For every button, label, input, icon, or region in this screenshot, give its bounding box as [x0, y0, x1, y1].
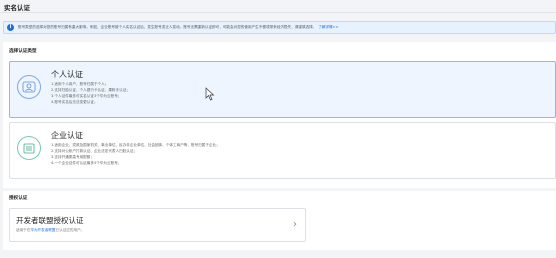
enterprise-line-2: 2.支持对公帐户打款认证、企业法定代表人扫脸认证；	[51, 149, 138, 153]
desc-suffix: 已认证过的用户。	[55, 228, 85, 232]
chevron-right-icon: ›	[293, 219, 297, 230]
personal-line-3: 3.个人证件最多可实名认证3个华为云账号；	[51, 94, 122, 98]
personal-line-1: 1.适用个人用户，账号归属于个人；	[51, 82, 109, 86]
desc-prefix: 适用于在	[16, 228, 31, 232]
title-divider	[0, 12, 556, 13]
section-label-select-type: 选择认证类型	[9, 49, 37, 54]
page-title: 实名认证	[4, 4, 30, 12]
enterprise-auth-card[interactable]: 企业认证 1.适用企业、党政及国家机关、事业单位、民办非企业单位、社会团体、个体…	[9, 122, 556, 179]
developer-auth-title: 开发者联盟授权认证	[16, 216, 84, 225]
enterprise-line-3: 3.支持开通更高专用配额；	[51, 155, 94, 159]
enterprise-auth-title: 企业认证	[51, 131, 83, 140]
notice-banner: i 账号类型的选择对您的账号归属有重大影响。例如，企业账号被个人实名认证后，发生…	[3, 21, 556, 34]
notice-text: 账号类型的选择对您的账号归属有重大影响。例如，企业账号被个人实名认证后，发生账号…	[18, 25, 317, 29]
personal-line-2: 2.支持扫脸认证、个人银行卡认证、果粉手认证；	[51, 88, 130, 92]
learn-more-link[interactable]: 了解详情>>	[318, 25, 338, 30]
developer-auth-desc: 适用于在华为开发者联盟已认证过的用户。	[16, 228, 84, 233]
developer-alliance-link[interactable]: 华为开发者联盟	[30, 228, 55, 232]
info-icon: i	[7, 24, 14, 31]
authorization-panel: 授权认证 开发者联盟授权认证 适用于在华为开发者联盟已认证过的用户。 ›	[3, 191, 556, 250]
personal-auth-card[interactable]: 个人认证 1.适用个人用户，账号归属于个人； 2.支持扫脸认证、个人银行卡认证、…	[9, 61, 556, 118]
enterprise-line-4: 4.一个企业证件可认证最多5个华为云账号。	[51, 161, 122, 165]
personal-line-4: 4.账号实名后无法变更认证。	[51, 100, 98, 104]
mouse-cursor-icon	[205, 87, 215, 101]
person-icon	[17, 75, 41, 99]
building-icon	[17, 136, 41, 160]
enterprise-line-1: 1.适用企业、党政及国家机关、事业单位、民办非企业单位、社会团体、个体工商户等，…	[51, 143, 220, 147]
developer-auth-card[interactable]: 开发者联盟授权认证 适用于在华为开发者联盟已认证过的用户。 ›	[9, 208, 306, 242]
select-type-panel: 选择认证类型 个人认证 1.适用个人用户，账号归属于个人； 2.支持扫脸认证、个…	[3, 42, 556, 188]
personal-auth-title: 个人认证	[51, 70, 83, 79]
section-label-authorization: 授权认证	[9, 196, 28, 201]
